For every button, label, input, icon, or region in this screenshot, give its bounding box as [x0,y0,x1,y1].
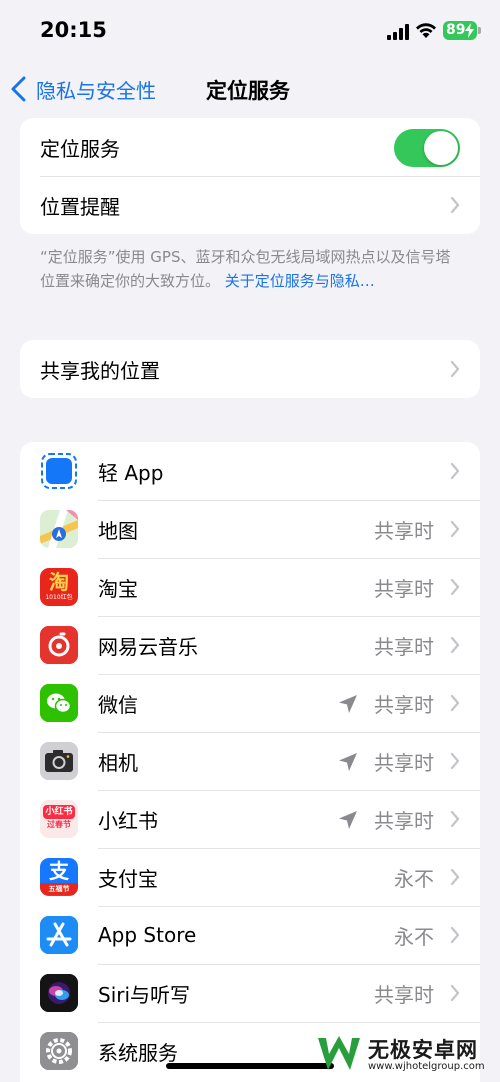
page-title: 定位服务 [206,79,290,103]
watermark-brand: 无极安卓网 [368,1038,478,1062]
app-clip-icon [40,452,78,490]
list-item-taobao[interactable]: 淘 1010红包 淘宝 共享时 [20,558,480,616]
location-services-label: 定位服务 [40,136,120,161]
chevron-right-icon [450,196,460,214]
back-button[interactable]: 隐私与安全性 [10,73,156,105]
app-name: App Store [98,923,197,947]
location-permission: 永不 [394,924,434,949]
chevron-right-icon [450,810,460,828]
chevron-right-icon [450,694,460,712]
battery-indicator: 89 [443,21,477,40]
location-permission: 共享时 [374,692,434,717]
location-permission: 永不 [394,866,434,891]
battery-tip [478,27,481,34]
share-my-location-label: 共享我的位置 [40,358,160,383]
wechat-icon [40,684,78,722]
charging-bolt-icon [465,23,474,38]
list-item-netease-music[interactable]: 网易云音乐 共享时 [20,616,480,674]
back-button-label: 隐私与安全性 [36,78,156,103]
watermark-logo-icon [318,1036,360,1070]
list-item-maps[interactable]: 地图 共享时 [20,500,480,558]
app-name: 相机 [98,750,138,775]
chevron-right-icon [450,868,460,886]
navigation-bar: 隐私与安全性 定位服务 [0,62,500,116]
app-name: 微信 [98,692,138,717]
watermark-url: www.wjhotelgroup.com [368,1061,485,1072]
watermark: 无极安卓网 www.wjhotelgroup.com [312,1030,498,1080]
list-item-alipay[interactable]: 支 五福节 支付宝 永不 [20,848,480,906]
location-arrow-icon [339,811,357,829]
home-indicator [166,1063,334,1069]
app-name: 支付宝 [98,866,158,891]
location-permission: 共享时 [374,518,434,543]
chevron-right-icon [450,636,460,654]
chevron-right-icon [450,984,460,1002]
list-item-xiaohongshu[interactable]: 小红书 过春节 小红书 共享时 [20,790,480,848]
wifi-icon [416,23,436,38]
list-item-app-store[interactable]: App Store 永不 [20,906,480,964]
netease-music-icon [40,626,78,664]
app-name: 小红书 [98,808,158,833]
location-services-row: 定位服务 [20,118,480,176]
app-name: 淘宝 [98,576,138,601]
location-services-toggle[interactable] [394,129,460,167]
list-item-siri[interactable]: Siri与听写 共享时 [20,964,480,1022]
chevron-right-icon [450,578,460,596]
location-arrow-icon [339,753,357,771]
chevron-right-icon [450,752,460,770]
toggle-knob [424,131,458,165]
camera-icon [40,742,78,780]
share-my-location-row[interactable]: 共享我的位置 [20,340,480,398]
app-name: 地图 [98,518,138,543]
chevron-right-icon [450,462,460,480]
location-settings-group: 定位服务 位置提醒 [20,118,480,234]
alipay-icon: 支 五福节 [40,858,78,896]
privacy-link[interactable]: 关于定位服务与隐私… [225,272,375,290]
siri-icon [40,974,78,1012]
location-alerts-label: 位置提醒 [40,194,120,219]
chevron-left-icon [11,76,26,102]
list-item-camera[interactable]: 相机 共享时 [20,732,480,790]
location-permission: 共享时 [374,576,434,601]
location-permission: 共享时 [374,808,434,833]
maps-icon [40,510,78,548]
list-item-wechat[interactable]: 微信 共享时 [20,674,480,732]
taobao-icon: 淘 1010红包 [40,568,78,606]
location-alerts-row[interactable]: 位置提醒 [20,176,480,234]
chevron-right-icon [450,520,460,538]
share-location-group: 共享我的位置 [20,340,480,398]
battery-level: 89 [446,22,466,38]
cellular-signal-icon [387,24,409,40]
app-name: 网易云音乐 [98,634,198,659]
location-permission: 共享时 [374,982,434,1007]
app-name: Siri与听写 [98,982,191,1007]
status-time: 20:15 [40,18,107,42]
chevron-right-icon [450,360,460,378]
app-store-icon [40,916,78,954]
chevron-right-icon [450,926,460,944]
location-permission: 共享时 [374,634,434,659]
app-name: 轻 App [98,460,164,485]
location-arrow-icon [339,695,357,713]
status-bar: 20:15 89 [0,0,500,62]
app-list: 轻 App 地图 共享时 淘 1010红包 淘宝 共享时 网易云音乐 共享时 微… [20,442,480,1082]
list-item-app-clips[interactable]: 轻 App [20,442,480,500]
settings-gear-icon [40,1032,78,1070]
location-permission: 共享时 [374,750,434,775]
location-services-footnote: “定位服务”使用 GPS、蓝牙和众包无线局域网热点以及信号塔位置来确定你的大致方… [40,245,460,293]
xiaohongshu-icon: 小红书 过春节 [40,800,78,838]
app-name: 系统服务 [98,1040,178,1065]
